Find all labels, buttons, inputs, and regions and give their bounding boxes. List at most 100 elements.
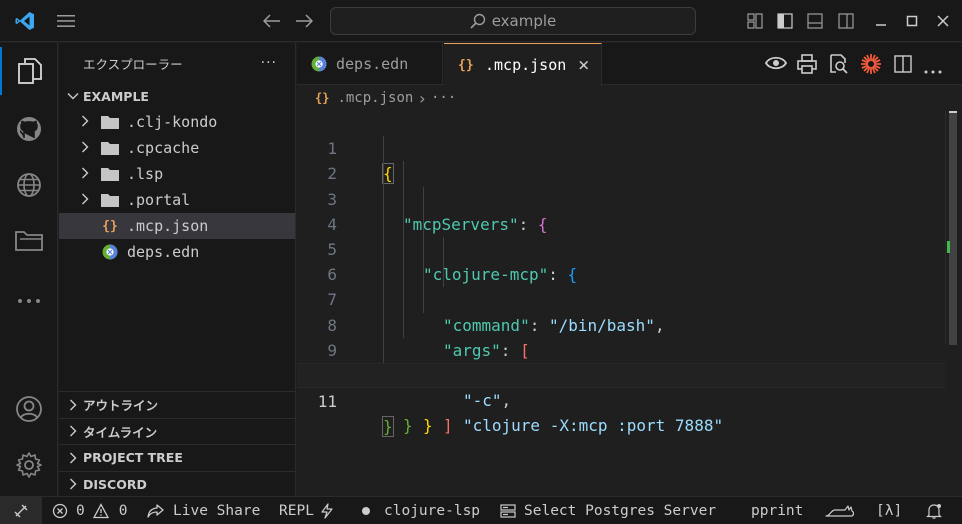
workspace-root-label: EXAMPLE bbox=[83, 88, 149, 104]
close-window-icon[interactable] bbox=[934, 12, 952, 30]
indent-guide bbox=[403, 211, 404, 237]
code-line: 9 } bbox=[297, 312, 945, 435]
code-line-current: 11 } bbox=[297, 362, 945, 438]
token: } bbox=[403, 416, 413, 436]
tree-item-file[interactable]: deps.edn bbox=[59, 239, 295, 265]
preview-eye-icon[interactable] bbox=[764, 55, 788, 75]
discord-section-header[interactable]: DISCORD bbox=[59, 470, 296, 498]
tree-item-label: .lsp bbox=[127, 165, 164, 183]
error-count: 0 bbox=[76, 502, 85, 519]
project-tree-section-header[interactable]: PROJECT TREE bbox=[59, 444, 296, 471]
split-editor-icon[interactable] bbox=[894, 55, 912, 77]
postgres-server-selector[interactable]: Select Postgres Server bbox=[500, 497, 716, 524]
print-icon[interactable] bbox=[797, 54, 817, 78]
sidebar-title: エクスプローラー bbox=[83, 56, 183, 72]
code-line: 1 { bbox=[297, 111, 945, 185]
menu-icon[interactable] bbox=[56, 11, 76, 31]
remote-indicator-icon[interactable] bbox=[0, 497, 42, 524]
scrollbar-marker bbox=[949, 111, 957, 113]
maximize-icon[interactable] bbox=[903, 12, 921, 30]
more-views-icon[interactable] bbox=[0, 277, 58, 325]
json-file-icon: {} bbox=[315, 91, 330, 105]
lambda-toggle[interactable]: [λ] bbox=[876, 497, 902, 524]
breadcrumb-file[interactable]: .mcp.json bbox=[337, 90, 413, 106]
breadcrumb-more[interactable]: ··· bbox=[431, 90, 456, 106]
toggle-panel-icon[interactable] bbox=[806, 12, 824, 30]
indent-guide bbox=[383, 262, 384, 288]
clojure-lsp-status[interactable]: clojure-lsp bbox=[362, 497, 480, 524]
forward-arrow-icon[interactable] bbox=[294, 11, 314, 31]
search-icon bbox=[470, 13, 485, 29]
json-file-icon: {} bbox=[458, 57, 474, 73]
indent-guide bbox=[383, 186, 384, 212]
line-content: "clojure -X:mcp :port 7888" bbox=[463, 413, 723, 438]
project-manager-folders-icon[interactable] bbox=[0, 217, 58, 265]
command-center-search[interactable]: example bbox=[330, 7, 696, 35]
tree-item-label: .mcp.json bbox=[127, 217, 209, 235]
code-line: 6 "-c", bbox=[297, 236, 945, 410]
toggle-primary-sidebar-icon[interactable] bbox=[776, 12, 794, 30]
project-tree-section-label: PROJECT TREE bbox=[83, 450, 183, 466]
folder-icon bbox=[101, 166, 119, 182]
explorer-icon[interactable] bbox=[0, 47, 58, 95]
discord-section-label: DISCORD bbox=[83, 476, 147, 492]
remote-explorer-globe-icon[interactable] bbox=[0, 161, 58, 209]
settings-gear-icon[interactable] bbox=[0, 441, 58, 489]
tree-item-folder[interactable]: .clj-kondo bbox=[59, 109, 295, 135]
accounts-icon[interactable] bbox=[0, 385, 58, 433]
calva-spark-icon[interactable] bbox=[860, 53, 882, 79]
outline-section-header[interactable]: アウトライン bbox=[59, 391, 296, 418]
repl-button[interactable]: REPL bbox=[279, 497, 334, 524]
tab-bar: deps.edn {} .mcp.json × bbox=[297, 43, 962, 86]
indent-guide bbox=[403, 262, 404, 288]
back-arrow-icon[interactable] bbox=[262, 11, 282, 31]
line-content: } bbox=[403, 413, 413, 438]
tree-item-label: .clj-kondo bbox=[127, 113, 218, 131]
code-editor[interactable]: 1 { 2 "mcpServers": { 3 "clojure-mcp": {… bbox=[297, 111, 945, 438]
indent-guide bbox=[403, 236, 404, 263]
folder-icon bbox=[101, 114, 119, 130]
editor-scrollbar[interactable] bbox=[945, 111, 959, 345]
calva-cat-icon[interactable] bbox=[825, 497, 855, 524]
indent-guide bbox=[423, 262, 424, 288]
token: "-c" bbox=[463, 391, 502, 411]
line-content: ] bbox=[443, 413, 453, 438]
notifications-bell-icon[interactable] bbox=[926, 497, 942, 524]
breadcrumb-separator: › bbox=[417, 88, 427, 108]
indent-guide bbox=[423, 186, 424, 212]
github-icon[interactable] bbox=[0, 105, 58, 153]
code-line: 5 "args": [ bbox=[297, 211, 945, 360]
token: "clojure -X:mcp :port 7888" bbox=[463, 416, 724, 436]
editor-area: deps.edn {} .mcp.json × {} .mcp.json › ·… bbox=[297, 43, 962, 496]
indent-guide bbox=[443, 262, 444, 288]
tab-deps-edn[interactable]: deps.edn bbox=[297, 43, 443, 85]
more-actions-icon[interactable] bbox=[924, 62, 942, 78]
tree-item-label: deps.edn bbox=[127, 243, 200, 261]
chevron-right-icon bbox=[65, 478, 81, 490]
close-tab-icon[interactable]: × bbox=[578, 54, 589, 76]
customize-layout-icon[interactable] bbox=[746, 12, 764, 30]
toggle-secondary-sidebar-icon[interactable] bbox=[837, 12, 855, 30]
tree-item-folder[interactable]: .lsp bbox=[59, 161, 295, 187]
timeline-section-header[interactable]: タイムライン bbox=[59, 417, 296, 445]
chevron-right-icon bbox=[65, 452, 81, 464]
indent-guide bbox=[423, 236, 424, 263]
tab-mcp-json[interactable]: {} .mcp.json × bbox=[444, 43, 602, 86]
find-in-file-icon[interactable] bbox=[828, 54, 848, 78]
indent-guide bbox=[423, 287, 424, 313]
scrollbar-thumb[interactable] bbox=[949, 113, 957, 345]
sidebar-more-actions[interactable]: ··· bbox=[261, 55, 277, 71]
line-content: "-c", bbox=[463, 388, 511, 413]
live-share-button[interactable]: Live Share bbox=[147, 497, 260, 524]
indent-guide bbox=[403, 186, 404, 212]
token: } bbox=[423, 416, 433, 436]
workspace-root-header[interactable]: EXAMPLE bbox=[59, 83, 295, 109]
minimize-icon[interactable] bbox=[872, 12, 890, 30]
pprint-toggle[interactable]: pprint bbox=[751, 497, 803, 524]
indent-guide bbox=[383, 211, 384, 237]
tree-item-folder[interactable]: .portal bbox=[59, 187, 295, 213]
tree-item-file-selected[interactable]: {} .mcp.json bbox=[59, 213, 295, 239]
tree-item-folder[interactable]: .cpcache bbox=[59, 135, 295, 161]
chevron-right-icon bbox=[65, 399, 81, 411]
problems-indicator[interactable]: 0 0 bbox=[52, 497, 127, 524]
